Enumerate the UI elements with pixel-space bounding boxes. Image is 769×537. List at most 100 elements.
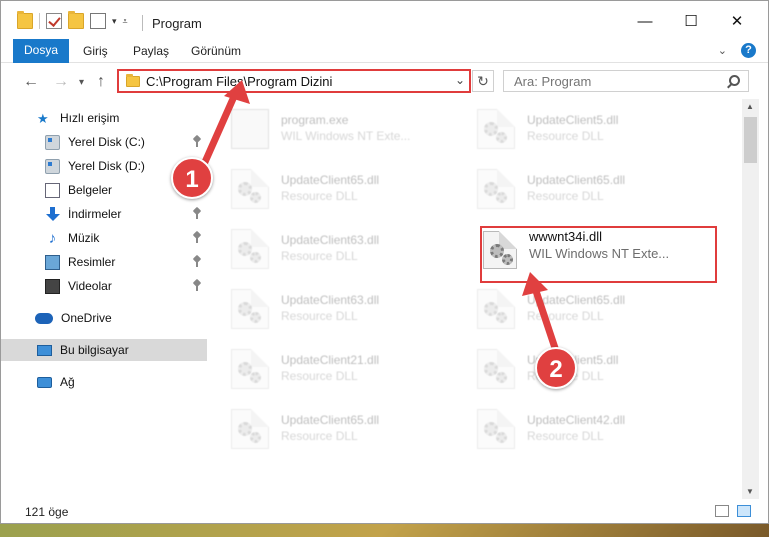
file-name: UpdateClient65.dll <box>527 293 626 307</box>
address-path[interactable]: C:\Program Files\Program Dizini <box>146 74 332 89</box>
sidebar-item-label: Videolar <box>68 279 112 293</box>
maximize-button[interactable]: ☐ <box>671 9 711 35</box>
sidebar-item-label: Ağ <box>60 375 75 389</box>
file-name: UpdateClient63.dll <box>281 293 380 307</box>
target-file-highlight <box>480 226 717 283</box>
expand-ribbon-icon[interactable]: ⌄ <box>718 44 727 57</box>
file-item[interactable]: UpdateClient65.dll Resource DLL <box>453 279 693 333</box>
chevron-down-icon[interactable]: ▾ <box>112 16 117 27</box>
close-button[interactable]: ✕ <box>717 9 757 35</box>
file-item[interactable]: UpdateClient21.dll Resource DLL <box>207 339 447 393</box>
sidebar-item-quick-access[interactable]: ★ Hızlı erişim <box>1 107 207 129</box>
navigation-pane: ★ Hızlı erişim Yerel Disk (C:) Yerel Dis… <box>1 99 207 499</box>
scroll-up-icon[interactable]: ▲ <box>746 102 754 111</box>
videos-icon <box>45 278 60 294</box>
dll-file-icon <box>477 289 515 329</box>
sidebar-item-label: İndirmeler <box>68 207 122 221</box>
up-arrow-icon[interactable]: ↑ <box>97 73 105 91</box>
dll-file-icon <box>477 109 515 149</box>
file-description: Resource DLL <box>281 309 358 323</box>
file-item[interactable]: UpdateClient63.dll Resource DLL <box>207 279 447 333</box>
pictures-icon <box>45 254 60 270</box>
toolbar-separator <box>39 13 40 29</box>
file-item[interactable]: UpdateClient65.dll Resource DLL <box>207 159 447 213</box>
tab-view[interactable]: Görünüm <box>191 40 241 63</box>
quick-access-toolbar: ▾ ⩡ <box>17 11 128 29</box>
sidebar-item-label: OneDrive <box>61 311 112 325</box>
tab-share[interactable]: Paylaş <box>133 40 169 63</box>
dll-file-icon <box>231 289 269 329</box>
file-name: UpdateClient42.dll <box>527 413 626 427</box>
sidebar-item-music[interactable]: ♪ Müzik <box>1 227 207 249</box>
disk-icon <box>45 134 60 150</box>
file-item[interactable]: UpdateClient65.dll Resource DLL <box>453 159 693 213</box>
vertical-scrollbar[interactable]: ▲ ▼ <box>742 99 759 499</box>
computer-icon <box>37 344 52 356</box>
scroll-thumb[interactable] <box>744 117 757 163</box>
file-name: UpdateClient65.dll <box>281 413 380 427</box>
dll-file-icon <box>477 169 515 209</box>
sidebar-item-label: Hızlı erişim <box>60 111 120 125</box>
search-icon[interactable] <box>729 75 740 86</box>
disk-icon <box>45 158 60 174</box>
cloud-icon <box>35 312 53 324</box>
large-icons-view-icon[interactable] <box>737 505 751 517</box>
dll-file-icon <box>477 349 515 389</box>
file-list: program.exe WIL Windows NT Exte... Updat… <box>207 99 742 499</box>
address-row: ← → ▾ ↑ C:\Program Files\Program Dizini … <box>1 63 768 99</box>
file-description: Resource DLL <box>281 189 358 203</box>
sidebar-item-pictures[interactable]: Resimler <box>1 251 207 273</box>
file-item[interactable]: UpdateClient65.dll Resource DLL <box>207 399 447 453</box>
sidebar-item-downloads[interactable]: İndirmeler <box>1 203 207 225</box>
scroll-down-icon[interactable]: ▼ <box>746 487 754 496</box>
ribbon-controls: ⌄ ? <box>718 43 756 58</box>
details-view-icon[interactable] <box>715 505 729 517</box>
sidebar-item-label: Belgeler <box>68 183 113 197</box>
sidebar-item-videos[interactable]: Videolar <box>1 275 207 297</box>
sidebar-item-onedrive[interactable]: OneDrive <box>1 307 207 329</box>
item-count: 121 öge <box>25 505 69 519</box>
annotation-step2: 2 <box>535 347 577 389</box>
file-item[interactable]: UpdateClient42.dll Resource DLL <box>453 399 693 453</box>
sidebar-item-network[interactable]: Ağ <box>1 371 207 393</box>
forward-arrow-icon[interactable]: → <box>53 73 69 91</box>
address-folder-icon <box>126 74 140 87</box>
recent-locations-icon[interactable]: ▾ <box>79 77 84 88</box>
sidebar-item-disk-c[interactable]: Yerel Disk (C:) <box>1 131 207 153</box>
file-description: WIL Windows NT Exte... <box>281 129 411 143</box>
window-title: Program <box>152 16 202 31</box>
file-description: Resource DLL <box>527 189 604 203</box>
exe-file-icon <box>231 109 269 149</box>
properties-check-icon[interactable] <box>46 13 62 29</box>
file-name: UpdateClient63.dll <box>281 233 380 247</box>
refresh-button[interactable]: ↻ <box>472 70 494 92</box>
tab-home[interactable]: Giriş <box>83 40 108 63</box>
search-input[interactable] <box>503 70 749 92</box>
new-folder-icon[interactable] <box>68 11 84 29</box>
minimize-button[interactable]: — <box>625 9 665 35</box>
file-item[interactable]: program.exe WIL Windows NT Exte... <box>207 99 447 153</box>
music-icon: ♪ <box>48 229 57 247</box>
file-description: Resource DLL <box>281 249 358 263</box>
file-item[interactable]: UpdateClient5.dll Resource DLL <box>453 99 693 153</box>
sidebar-item-this-pc[interactable]: Bu bilgisayar <box>1 339 207 361</box>
address-dropdown-icon[interactable]: ⌄ <box>455 73 465 87</box>
file-name: UpdateClient65.dll <box>281 173 380 187</box>
title-bar: ▾ ⩡ Program — ☐ ✕ <box>1 1 768 37</box>
file-description: Resource DLL <box>281 429 358 443</box>
file-item[interactable]: UpdateClient63.dll Resource DLL <box>207 219 447 273</box>
dll-file-icon <box>231 409 269 449</box>
pin-icon <box>193 208 201 219</box>
pin-icon <box>193 136 201 147</box>
properties-icon[interactable] <box>90 13 106 29</box>
file-name: UpdateClient21.dll <box>281 353 380 367</box>
help-icon[interactable]: ? <box>741 43 756 58</box>
customize-toolbar-icon[interactable]: ⩡ <box>123 16 128 27</box>
tab-file[interactable]: Dosya <box>13 39 69 63</box>
back-arrow-icon[interactable]: ← <box>23 73 39 91</box>
file-name: UpdateClient5.dll <box>527 113 619 127</box>
file-name: UpdateClient65.dll <box>527 173 626 187</box>
pin-icon <box>193 256 201 267</box>
address-bar[interactable]: C:\Program Files\Program Dizini ⌄ <box>117 69 471 93</box>
sidebar-item-label: Yerel Disk (D:) <box>68 159 145 173</box>
